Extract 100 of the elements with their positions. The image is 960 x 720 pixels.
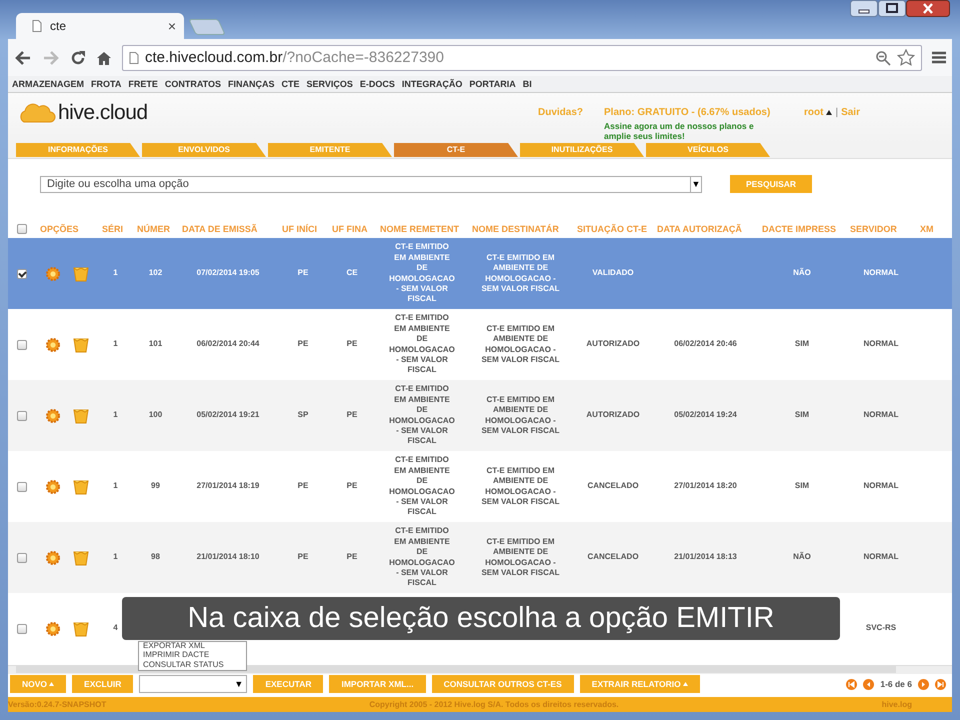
section-tab[interactable]: ENVOLVIDOS bbox=[142, 143, 266, 157]
close-icon[interactable] bbox=[906, 0, 950, 17]
column-header[interactable]: DATA AUTORIZAÇÃ bbox=[653, 224, 758, 234]
select-all-checkbox[interactable] bbox=[17, 224, 27, 234]
row-checkbox[interactable] bbox=[17, 624, 27, 634]
series-cell: 1 bbox=[113, 268, 118, 279]
column-header[interactable]: NÚMER bbox=[133, 224, 178, 234]
maximize-icon[interactable] bbox=[878, 0, 906, 17]
bookmark-link[interactable]: FROTA bbox=[91, 79, 122, 89]
gear-icon[interactable] bbox=[45, 550, 61, 566]
star-icon[interactable] bbox=[897, 49, 915, 66]
column-header[interactable]: UF FINA bbox=[328, 224, 376, 234]
section-tab[interactable]: CT-E bbox=[394, 143, 518, 157]
print-cell: NÃO bbox=[793, 552, 811, 563]
last-page-icon[interactable] bbox=[935, 678, 946, 690]
reload-icon[interactable] bbox=[70, 50, 86, 66]
bookmark-link[interactable]: CONTRATOS bbox=[164, 79, 222, 89]
gear-icon[interactable] bbox=[45, 620, 61, 636]
bookmark-link[interactable]: BI bbox=[522, 79, 532, 89]
action-button[interactable]: EXECUTAR bbox=[253, 675, 324, 693]
number-cell: 100 bbox=[148, 410, 162, 421]
table-row[interactable]: 1 100 05/02/2014 19:21 SP PE CT-E EMITIDO EM AMBIENTE DE HOMOLOGACAO - SEM VALOR FISCAL CT-E EMITIDO EM AMBIENTE DE HOMOLOGACAO - SEM VALOR FISCAL AUTORIZADO 05/02/2014 19:24 SIM NORMAL bbox=[8, 380, 952, 451]
minimize-icon[interactable] bbox=[850, 0, 878, 17]
action-button[interactable]: CONSULTAR OUTROS CT-ES bbox=[432, 675, 574, 693]
gear-icon[interactable] bbox=[45, 408, 61, 424]
column-header[interactable]: SITUAÇÃO CT-E bbox=[573, 224, 653, 234]
help-link[interactable]: Duvidas? bbox=[538, 107, 604, 118]
column-header[interactable]: SERVIDOR bbox=[846, 224, 916, 234]
series-cell: 1 bbox=[113, 552, 118, 563]
row-checkbox[interactable] bbox=[17, 268, 27, 278]
menu-icon[interactable] bbox=[932, 51, 946, 64]
bookmark-link[interactable]: CTE bbox=[282, 79, 300, 89]
row-checkbox[interactable] bbox=[17, 482, 27, 492]
bookmark-link[interactable]: SERVIÇOS bbox=[306, 79, 353, 89]
plan-link[interactable]: Plano: GRATUITO - (6.67% usados) bbox=[604, 107, 804, 118]
bin-icon[interactable] bbox=[73, 266, 89, 282]
bin-icon[interactable] bbox=[73, 478, 89, 494]
bookmark-link[interactable]: E-DOCS bbox=[360, 79, 395, 89]
gear-icon[interactable] bbox=[45, 478, 61, 494]
section-tab[interactable]: EMITENTE bbox=[268, 143, 392, 157]
page-icon bbox=[32, 20, 42, 32]
home-icon[interactable] bbox=[96, 50, 112, 66]
date-cell: 06/02/2014 20:44 bbox=[196, 339, 260, 350]
table-row[interactable]: 1 98 21/01/2014 18:10 PE PE CT-E EMITIDO EM AMBIENTE DE HOMOLOGACAO - SEM VALOR FISCAL CT-E EMITIDO EM AMBIENTE DE HOMOLOGACAO - SEM VALOR FISCAL CANCELADO 21/01/2014 18:13 NÃO NORMAL bbox=[8, 522, 952, 593]
separator: | bbox=[835, 107, 838, 118]
recipient-cell-text: CT-E EMITIDO EM AMBIENTE DE HOMOLOGACAO - SEM VALOR FISCAL bbox=[480, 394, 561, 436]
recipient-cell-text: CT-E EMITIDO EM AMBIENTE DE HOMOLOGACAO - SEM VALOR FISCAL bbox=[480, 324, 561, 366]
forward-icon[interactable] bbox=[42, 50, 60, 66]
row-checkbox[interactable] bbox=[17, 340, 27, 350]
bin-icon[interactable] bbox=[73, 550, 89, 566]
column-header[interactable]: DACTE IMPRESS bbox=[758, 224, 846, 234]
state-cell: PE bbox=[346, 339, 358, 350]
bin-icon[interactable] bbox=[73, 620, 89, 636]
gear-icon[interactable] bbox=[45, 336, 61, 352]
menu-button[interactable]: EXTRAIR RELATORIO bbox=[580, 675, 700, 693]
caret-icon bbox=[49, 682, 54, 686]
column-header[interactable]: NOME DESTINATÁR bbox=[468, 224, 573, 234]
user-link[interactable]: root bbox=[804, 107, 824, 118]
column-header[interactable]: SÉRI bbox=[98, 224, 133, 234]
previous-page-icon[interactable] bbox=[863, 678, 874, 690]
search-button[interactable]: PESQUISAR bbox=[730, 175, 812, 193]
action-button[interactable]: IMPORTAR XML... bbox=[329, 675, 426, 693]
action-select[interactable]: ▼ bbox=[139, 675, 248, 693]
bookmark-link[interactable]: PORTARIA bbox=[469, 79, 516, 89]
close-tab-button[interactable]: × bbox=[168, 18, 176, 34]
section-tab[interactable]: VEÍCULOS bbox=[646, 143, 770, 157]
sender-cell: CT-E EMITIDO EM AMBIENTE DE HOMOLOGACAO - SEM VALOR FISCAL bbox=[389, 455, 455, 518]
logout-link[interactable]: Sair bbox=[841, 107, 860, 118]
row-checkbox[interactable] bbox=[17, 552, 27, 562]
column-header[interactable]: OPÇÕES bbox=[36, 224, 98, 234]
bookmark-link[interactable]: ARMAZENAGEM bbox=[12, 79, 84, 89]
menu-button[interactable]: NOVO bbox=[10, 675, 66, 693]
row-checkbox[interactable] bbox=[17, 410, 27, 420]
bin-icon[interactable] bbox=[73, 336, 89, 352]
zoom-icon[interactable] bbox=[875, 50, 891, 66]
column-header[interactable]: DATA DE EMISSÃ bbox=[178, 224, 278, 234]
browser-tab[interactable]: cte × bbox=[16, 13, 184, 39]
address-bar[interactable]: cte.hivecloud.com.br/?noCache=-836227390 bbox=[122, 44, 922, 70]
column-header[interactable]: XM bbox=[916, 224, 938, 234]
sender-cell: CT-E EMITIDO EM AMBIENTE DE HOMOLOGACAO - SEM VALOR FISCAL bbox=[389, 526, 455, 589]
search-field[interactable]: Digite ou escolha uma opção bbox=[40, 176, 690, 192]
table-row[interactable]: 1 102 07/02/2014 19:05 PE CE CT-E EMITIDO EM AMBIENTE DE HOMOLOGACAO - SEM VALOR FISCAL CT-E EMITIDO EM AMBIENTE DE HOMOLOGACAO - SEM VALOR FISCAL VALIDADO NÃO NORMAL bbox=[8, 238, 952, 309]
action-button[interactable]: EXCLUIR bbox=[72, 675, 134, 693]
section-tab[interactable]: INFORMAÇÕES bbox=[16, 143, 140, 157]
dropdown-button[interactable]: ▼ bbox=[690, 176, 702, 192]
back-icon[interactable] bbox=[14, 50, 32, 66]
dropdown-option[interactable]: EXPORTAR XML bbox=[143, 640, 242, 650]
bookmark-link[interactable]: FINANÇAS bbox=[228, 79, 275, 89]
state-cell: PE bbox=[298, 481, 308, 492]
bookmark-link[interactable]: INTEGRAÇÃO bbox=[402, 79, 462, 89]
caret-icon[interactable] bbox=[826, 110, 832, 115]
section-tab[interactable]: INUTILIZAÇÕES bbox=[520, 143, 644, 157]
bookmark-link[interactable]: FRETE bbox=[128, 79, 158, 89]
next-page-icon[interactable] bbox=[918, 678, 929, 690]
bin-icon[interactable] bbox=[73, 408, 89, 424]
dropdown-option[interactable]: IMPRIMIR DACTE bbox=[143, 650, 242, 660]
gear-icon[interactable] bbox=[45, 266, 61, 282]
first-page-icon[interactable] bbox=[846, 678, 858, 690]
column-header[interactable]: NOME REMETENT bbox=[376, 224, 468, 234]
column-header[interactable]: UF INÍCI bbox=[278, 224, 328, 234]
